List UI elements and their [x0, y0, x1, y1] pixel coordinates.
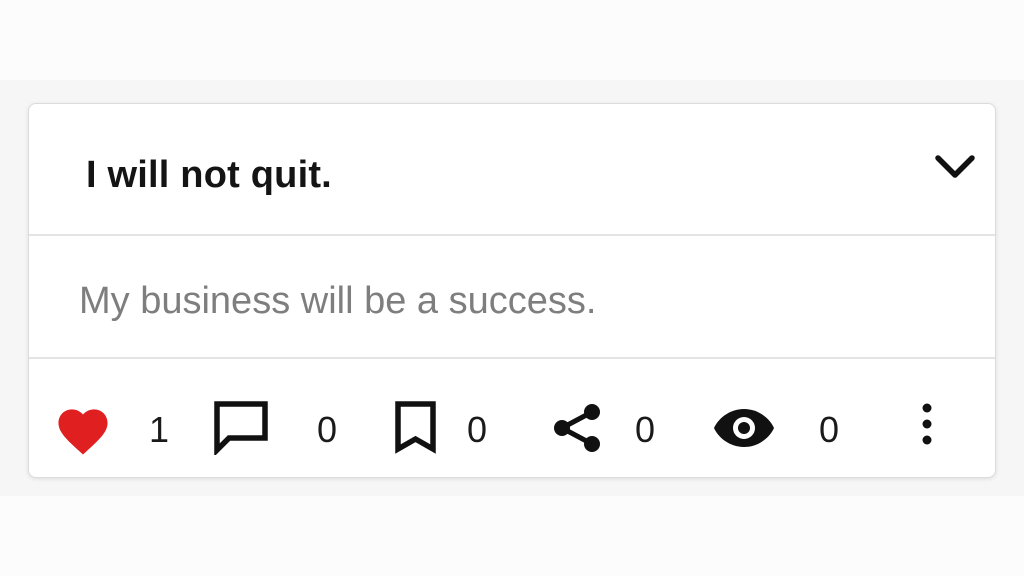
card-body: My business will be a success. — [29, 236, 995, 359]
post-title: I will not quit. — [86, 154, 332, 196]
bookmark-icon — [395, 401, 436, 454]
more-vertical-icon — [922, 403, 932, 445]
eye-icon — [714, 409, 774, 447]
views-indicator: 0 — [713, 359, 853, 479]
like-button[interactable]: 1 — [49, 359, 179, 479]
more-options-button[interactable] — [909, 399, 945, 449]
like-count: 1 — [149, 409, 170, 450]
share-count: 0 — [635, 409, 656, 450]
card-header: I will not quit. — [29, 104, 995, 236]
chevron-down-icon — [935, 155, 975, 178]
comment-icon — [214, 401, 268, 455]
post-text: My business will be a success. — [79, 280, 597, 322]
views-count: 0 — [819, 409, 840, 450]
action-bar: 1 0 0 0 0 — [29, 359, 995, 479]
bookmark-count: 0 — [467, 409, 488, 450]
heart-icon — [58, 409, 108, 455]
share-icon — [554, 404, 600, 452]
post-card: I will not quit. My business will be a s… — [28, 103, 996, 478]
comment-count: 0 — [317, 409, 338, 450]
comment-button[interactable]: 0 — [209, 359, 349, 479]
expand-button[interactable] — [929, 144, 981, 188]
bookmark-button[interactable]: 0 — [389, 359, 509, 479]
share-button[interactable]: 0 — [549, 359, 679, 479]
